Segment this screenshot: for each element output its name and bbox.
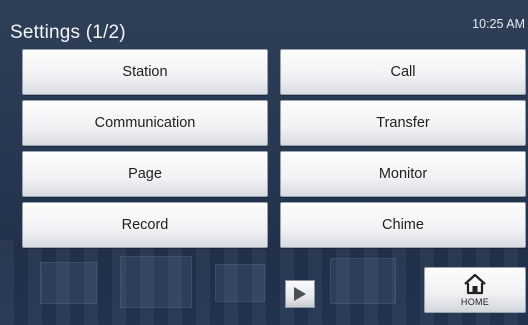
chime-button[interactable]: Chime	[280, 202, 526, 248]
station-button[interactable]: Station	[22, 49, 268, 95]
page-title: Settings (1/2)	[10, 22, 126, 43]
background-tile	[215, 264, 265, 302]
settings-menu-grid: Station Call Communication Transfer Page…	[22, 49, 527, 249]
home-label: HOME	[460, 297, 490, 307]
call-button[interactable]: Call	[280, 49, 526, 95]
background-tile	[120, 256, 192, 308]
communication-button[interactable]: Communication	[22, 100, 268, 146]
next-page-button[interactable]	[285, 280, 315, 308]
page-button[interactable]: Page	[22, 151, 268, 197]
record-button[interactable]: Record	[22, 202, 268, 248]
clock-time: 10:25 AM	[472, 17, 525, 31]
background-tile	[330, 258, 396, 304]
background-tile	[40, 262, 97, 304]
home-button[interactable]: HOME	[424, 267, 526, 313]
play-right-icon	[294, 287, 306, 301]
transfer-button[interactable]: Transfer	[280, 100, 526, 146]
monitor-button[interactable]: Monitor	[280, 151, 526, 197]
home-icon	[464, 273, 486, 295]
